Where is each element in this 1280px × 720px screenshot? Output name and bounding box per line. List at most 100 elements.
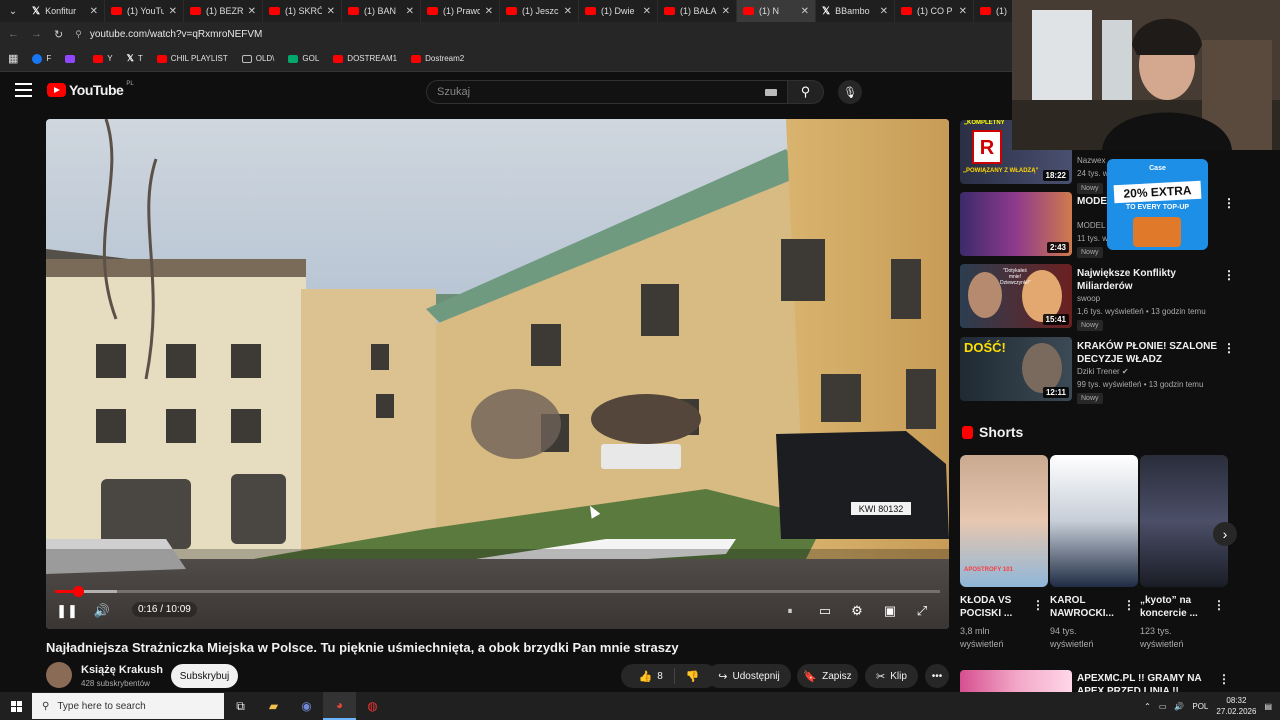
tab-close-icon[interactable]: ✕ xyxy=(248,6,256,17)
more-actions-button[interactable]: ••• xyxy=(925,664,949,688)
video-player[interactable]: KWI 80132 ❚❚ 🔊 0:16 / 10:09 ⏸ ▭ ⚙ ▣ ⤢ xyxy=(46,119,949,629)
tab-close-icon[interactable]: ✕ xyxy=(643,6,651,17)
bookmark-item[interactable]: Dostream2 xyxy=(411,53,464,64)
url-field[interactable]: ⚲ youtube.com/watch?v=qRxmroNEFVM xyxy=(75,24,975,44)
browser-tab[interactable]: (1) N ✕ xyxy=(737,0,816,22)
settings-gear-icon[interactable]: ⚙ xyxy=(846,600,868,622)
subscribe-button[interactable]: Subskrybuj xyxy=(171,664,238,688)
clip-button[interactable]: ✂ Klip xyxy=(865,664,918,688)
autoplay-toggle-icon[interactable]: ⏸ xyxy=(779,600,801,622)
short-thumbnail[interactable] xyxy=(1140,455,1228,587)
bookmark-item[interactable]: F xyxy=(32,53,51,64)
scrubber-handle[interactable] xyxy=(73,586,84,597)
back-arrow-icon[interactable]: ← xyxy=(8,28,19,40)
browser-tab[interactable]: (1) CO P ✕ xyxy=(895,0,974,22)
forward-arrow-icon[interactable]: → xyxy=(31,28,42,40)
keyboard-icon[interactable] xyxy=(765,89,777,96)
tab-close-icon[interactable]: ✕ xyxy=(880,6,888,17)
tab-close-icon[interactable]: ✕ xyxy=(169,6,177,17)
short-thumbnail[interactable] xyxy=(1050,455,1138,587)
recommendation-thumbnail[interactable]: 2:43 xyxy=(960,192,1072,256)
promo-ad-overlay[interactable]: Case 20% EXTRA TO EVERY TOP-UP xyxy=(1107,159,1208,250)
bookmark-item[interactable]: OLD\ xyxy=(241,53,274,64)
shorts-next-chevron-icon[interactable]: › xyxy=(1213,522,1237,546)
browser-tab[interactable]: 𝕏 Konfitur ✕ xyxy=(26,0,105,22)
tab-close-icon[interactable]: ✕ xyxy=(801,6,809,17)
apps-grid-icon[interactable]: ▦ xyxy=(8,52,18,65)
more-options-icon[interactable]: ⋮ xyxy=(1032,598,1044,612)
tab-search-chevron-icon[interactable]: ⌄ xyxy=(0,0,26,22)
notifications-icon[interactable]: ▤ xyxy=(1264,702,1272,711)
more-options-icon[interactable]: ⋮ xyxy=(1218,672,1230,686)
recommendation-title[interactable]: KRAKÓW PŁONIE! SZALONE DECYZJE WŁADZ xyxy=(1077,340,1217,366)
reload-icon[interactable]: ↻ xyxy=(54,28,63,41)
recommendation-thumbnail[interactable]: "Dotykałeś mnie! Dziewczynki!" 15:41 xyxy=(960,264,1072,328)
browser-tab[interactable]: (1) BEZR ✕ xyxy=(184,0,263,22)
browser-tab[interactable]: (1) BAN ✕ xyxy=(342,0,421,22)
pause-icon[interactable]: ❚❚ xyxy=(56,600,78,622)
browser-tab[interactable]: 𝕏 BBambo ✕ xyxy=(816,0,895,22)
dislike-thumb-icon[interactable]: 👎 xyxy=(686,670,700,683)
short-thumbnail[interactable]: APOSTROFY 101 xyxy=(960,455,1048,587)
save-button[interactable]: 🔖 Zapisz xyxy=(797,664,858,688)
progress-bar[interactable] xyxy=(55,586,940,597)
browser-tab[interactable]: (1) Dwie ✕ xyxy=(579,0,658,22)
obs-icon[interactable]: ◍ xyxy=(356,692,389,720)
more-options-icon[interactable]: ⋮ xyxy=(1223,196,1235,210)
chrome-icon[interactable]: ◕ xyxy=(323,692,356,720)
voice-search-button[interactable]: 🎙 xyxy=(838,80,862,104)
browser-tab[interactable]: (1) Jeszc ✕ xyxy=(500,0,579,22)
tab-close-icon[interactable]: ✕ xyxy=(564,6,572,17)
youtube-logo[interactable]: YouTube PL xyxy=(47,81,134,98)
tab-close-icon[interactable]: ✕ xyxy=(327,6,335,17)
channel-avatar[interactable] xyxy=(46,662,72,688)
recommendation-item[interactable]: "Dotykałeś mnie! Dziewczynki!" 15:41 Naj… xyxy=(960,264,1235,331)
bookmark-item[interactable]: DOSTREAM1 xyxy=(333,53,397,64)
network-icon[interactable]: ▭ xyxy=(1159,702,1167,711)
recommendation-title[interactable]: Największe Konflikty Miliarderów xyxy=(1077,267,1217,293)
browser-tab[interactable]: (1) SKRÓ ✕ xyxy=(263,0,342,22)
browser-tab[interactable]: (1) Prawd ✕ xyxy=(421,0,500,22)
channel-name[interactable]: Książę Krakush xyxy=(81,664,163,676)
tab-close-icon[interactable]: ✕ xyxy=(406,6,414,17)
tab-close-icon[interactable]: ✕ xyxy=(722,6,730,17)
short-title[interactable]: KAROL NAWROCKI... xyxy=(1050,594,1120,620)
bookmark-item[interactable] xyxy=(65,53,79,64)
fullscreen-icon[interactable]: ⤢ xyxy=(911,600,933,622)
miniplayer-icon[interactable]: ▣ xyxy=(879,600,901,622)
recommendation-item[interactable]: DOŚĆ! 12:11 KRAKÓW PŁONIE! SZALONE DECYZ… xyxy=(960,337,1235,404)
search-input[interactable]: Szukaj xyxy=(426,80,788,104)
url-text[interactable]: youtube.com/watch?v=qRxmroNEFVM xyxy=(90,29,263,40)
share-button[interactable]: ↪ Udostępnij xyxy=(707,664,791,688)
bookmark-item[interactable]: 𝕏T xyxy=(127,53,143,64)
bookmark-item[interactable]: CHIL PLAYLIST xyxy=(156,53,228,64)
recommendation-thumbnail[interactable]: DOŚĆ! 12:11 xyxy=(960,337,1072,401)
more-options-icon[interactable]: ⋮ xyxy=(1223,268,1235,282)
search-button[interactable]: ⚲ xyxy=(788,80,824,104)
more-options-icon[interactable]: ⋮ xyxy=(1123,598,1135,612)
taskbar-search-input[interactable]: ⚲ Type here to search xyxy=(32,693,224,719)
file-explorer-icon[interactable]: ▰ xyxy=(257,692,290,720)
subtitles-icon[interactable]: ▭ xyxy=(814,600,836,622)
tab-close-icon[interactable]: ✕ xyxy=(485,6,493,17)
like-thumb-icon[interactable]: 👍 xyxy=(639,670,653,683)
discord-icon[interactable]: ◉ xyxy=(290,692,323,720)
tab-close-icon[interactable]: ✕ xyxy=(959,6,967,17)
browser-tab[interactable]: (1) BAŁA ✕ xyxy=(658,0,737,22)
volume-tray-icon[interactable]: 🔊 xyxy=(1174,702,1184,711)
volume-icon[interactable]: 🔊 xyxy=(91,600,113,622)
tray-chevron-icon[interactable]: ⌃ xyxy=(1144,702,1151,711)
bookmark-item[interactable]: GOL xyxy=(288,53,319,64)
more-options-icon[interactable]: ⋮ xyxy=(1223,341,1235,355)
task-view-icon[interactable]: ⧉ xyxy=(224,692,257,720)
site-info-icon[interactable]: ⚲ xyxy=(75,29,82,40)
browser-tab[interactable]: (1) YouTu ✕ xyxy=(105,0,184,22)
bookmark-item[interactable]: Y xyxy=(93,53,113,64)
short-title[interactable]: KŁODA VS POCISKI ... xyxy=(960,594,1030,620)
short-title[interactable]: „kyoto” na koncercie ... xyxy=(1140,594,1210,620)
like-count[interactable]: 8 xyxy=(657,671,663,682)
language-indicator[interactable]: POL xyxy=(1192,702,1208,711)
clock[interactable]: 08:32 27.02.2026 xyxy=(1216,695,1256,717)
hamburger-menu-icon[interactable] xyxy=(15,83,32,97)
tab-close-icon[interactable]: ✕ xyxy=(90,6,98,17)
